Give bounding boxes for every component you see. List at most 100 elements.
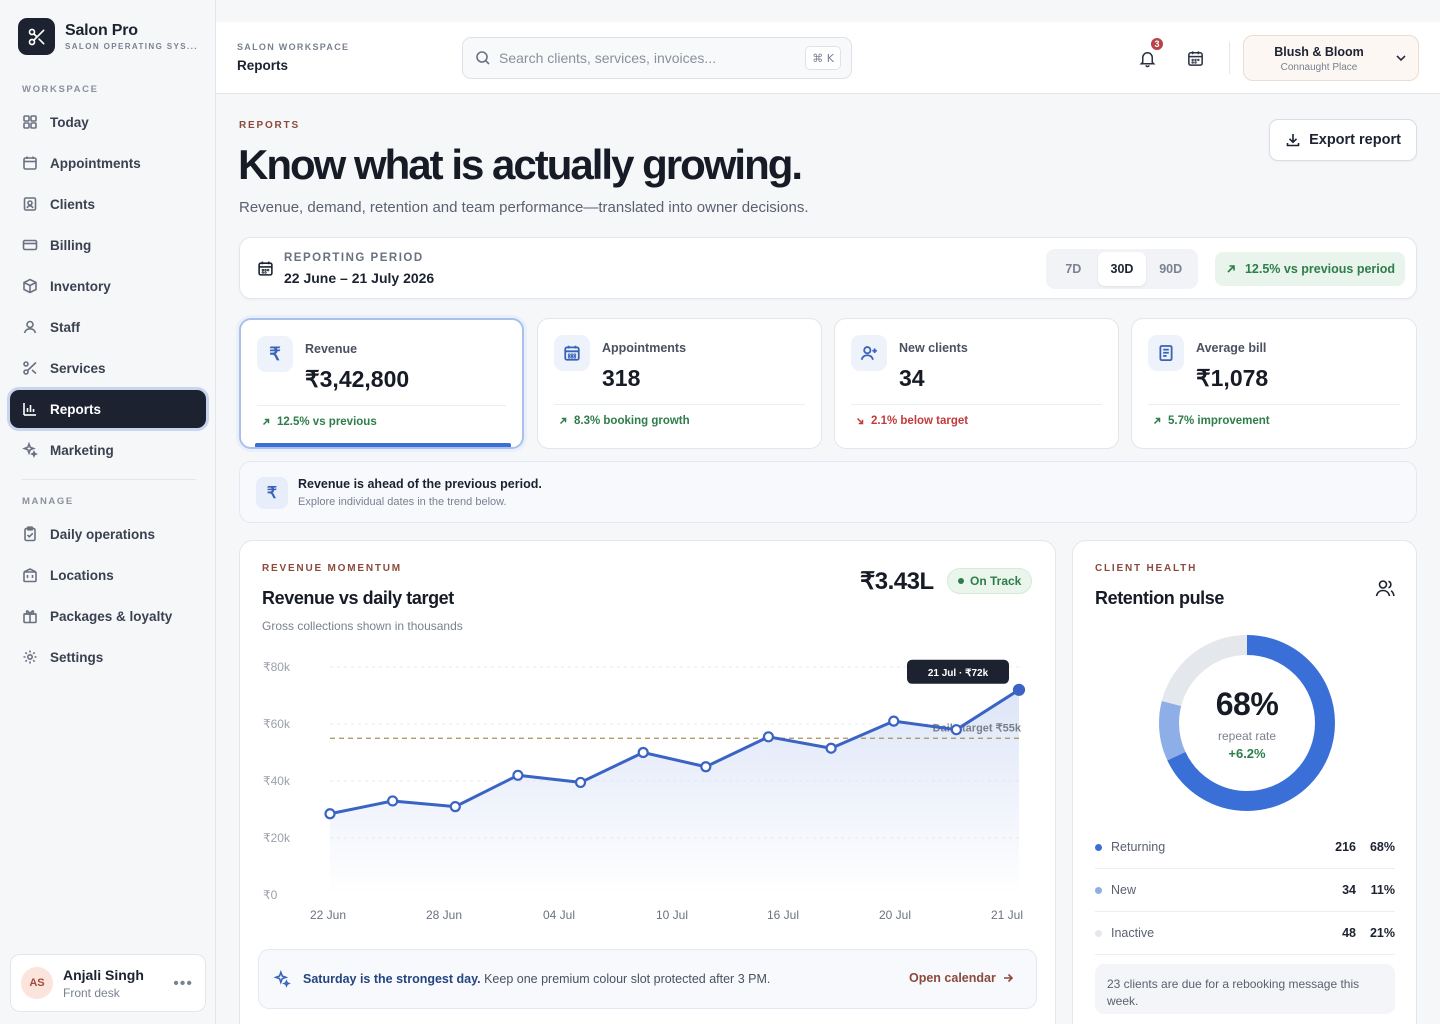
users-icon[interactable]: [1374, 577, 1396, 599]
chart-subtitle: Gross collections shown in thousands: [262, 619, 463, 633]
legend-count: 48: [1342, 926, 1356, 940]
kpi-value: 34: [899, 365, 925, 391]
user-name: Anjali Singh: [63, 966, 144, 983]
kpi-card-appointments[interactable]: Appointments 318 8.3% booking growth: [537, 318, 822, 449]
repeat-rate-label: repeat rate: [1217, 728, 1277, 743]
contact-icon: [23, 197, 37, 211]
revenue-area: [330, 689, 1019, 895]
legend-row-new: New 34 11%: [1095, 869, 1395, 912]
open-calendar-link[interactable]: Open calendar: [909, 971, 1014, 985]
rupee-icon: ₹: [257, 336, 293, 372]
status-dot: [958, 578, 964, 584]
sidebar-item-settings[interactable]: Settings: [10, 638, 206, 676]
legend-count: 34: [1342, 883, 1356, 897]
period-delta-badge: 12.5% vs previous period: [1215, 252, 1405, 286]
gift-icon: [23, 610, 37, 624]
sidebar-item-clients[interactable]: Clients: [10, 185, 206, 223]
avatar: AS: [21, 967, 53, 999]
kpi-label: Average bill: [1196, 341, 1267, 355]
kpi-delta: 2.1% below target: [855, 415, 968, 427]
insight-title: Revenue is ahead of the previous period.: [298, 477, 542, 491]
legend-dot: [1095, 886, 1102, 894]
sidebar-item-daily-operations[interactable]: Daily operations: [10, 515, 206, 553]
search-bar[interactable]: ⌘ K: [462, 37, 852, 79]
kpi-delta-text: 8.3% booking growth: [574, 415, 690, 427]
arrow-up-right-icon: [1227, 265, 1235, 273]
x-tick-label: 16 Jul: [767, 908, 799, 922]
kpi-delta: 12.5% vs previous: [261, 416, 377, 428]
calendar-button[interactable]: [1179, 42, 1211, 74]
data-point-selected: [1012, 683, 1026, 696]
sidebar-item-today[interactable]: Today: [10, 103, 206, 141]
x-tick-label: 04 Jul: [543, 908, 575, 922]
sidebar: Salon Pro SALON OPERATING SYS... WORKSPA…: [0, 0, 216, 1024]
workspace-name: Blush & Bloom: [1274, 45, 1364, 59]
topbar-divider: [1229, 42, 1230, 74]
arrow-up-right-icon: [262, 418, 270, 426]
sidebar-item-staff[interactable]: Staff: [10, 308, 206, 346]
kpi-card-new-clients[interactable]: New clients 34 2.1% below target: [834, 318, 1119, 449]
sidebar-item-locations[interactable]: Locations: [10, 556, 206, 594]
data-point: [574, 776, 587, 789]
donut-center: 68% repeat rate +6.2%: [1157, 633, 1337, 813]
revenue-momentum-card: REVENUE MOMENTUM Revenue vs daily target…: [239, 540, 1056, 1024]
search-input[interactable]: [499, 50, 799, 66]
period-toggle: 7D 30D 90D: [1046, 249, 1198, 289]
period-option-30d[interactable]: 30D: [1097, 252, 1147, 286]
tip-bold: Saturday is the strongest day.: [303, 972, 481, 986]
sidebar-item-label: Inventory: [50, 278, 111, 294]
y-tick-label: ₹60k: [263, 717, 291, 731]
x-tick-label: 28 Jun: [426, 908, 462, 922]
chart-title: Revenue vs daily target: [262, 588, 454, 608]
workspace-selector[interactable]: Blush & Bloom Connaught Place: [1243, 35, 1419, 81]
legend-name: Returning: [1111, 840, 1166, 854]
sidebar-item-marketing[interactable]: Marketing: [10, 431, 206, 469]
notifications-button[interactable]: 3: [1131, 36, 1165, 74]
calendar-icon: [554, 335, 590, 371]
legend-dot: [1095, 843, 1102, 851]
brand[interactable]: Salon Pro SALON OPERATING SYS...: [18, 18, 198, 55]
repeat-rate-delta: +6.2%: [1228, 745, 1266, 761]
status-text: On Track: [970, 574, 1022, 588]
kpi-delta-text: 5.7% improvement: [1168, 415, 1270, 427]
sidebar-item-label: Clients: [50, 196, 96, 212]
brand-name: Salon Pro: [65, 22, 138, 39]
sidebar-item-services[interactable]: Services: [10, 349, 206, 387]
sidebar-item-billing[interactable]: Billing: [10, 226, 206, 264]
user-card[interactable]: AS Anjali Singh Front desk •••: [10, 954, 206, 1012]
data-point: [387, 795, 399, 807]
more-options-icon[interactable]: •••: [173, 975, 193, 993]
data-point: [762, 731, 775, 743]
period-delta-text: 12.5% vs previous period: [1244, 262, 1396, 276]
sidebar-item-packages-loyalty[interactable]: Packages & loyalty: [10, 597, 206, 635]
kpi-delta: 5.7% improvement: [1152, 415, 1270, 427]
period-option-90d[interactable]: 90D: [1146, 252, 1195, 286]
arrow-down-right-icon: [856, 417, 864, 425]
data-point: [700, 761, 712, 773]
rupee-icon: ₹: [256, 477, 288, 509]
data-point: [888, 715, 900, 727]
sidebar-item-label: Billing: [50, 237, 92, 253]
revenue-line-chart[interactable]: ₹0 ₹20k ₹40k ₹60k ₹80k 22 Jun 28 Jun 04 Jul 10 J…: [240, 641, 1057, 941]
open-calendar-label: Open calendar: [909, 971, 996, 985]
x-tick-label: 21 Jul: [991, 908, 1023, 922]
status-badge: On Track: [947, 568, 1033, 594]
card-eyebrow: REVENUE MOMENTUM: [262, 563, 402, 574]
sidebar-item-reports[interactable]: Reports: [10, 390, 206, 428]
export-report-button[interactable]: Export report: [1269, 119, 1417, 161]
kpi-delta: 8.3% booking growth: [558, 415, 690, 427]
kpi-card-revenue[interactable]: ₹ Revenue ₹3,42,800 12.5% vs previous: [239, 318, 524, 449]
kpi-card-average-bill[interactable]: Average bill ₹1,078 5.7% improvement: [1131, 318, 1417, 449]
kpi-divider: [851, 404, 1102, 405]
revenue-total: ₹3.43L: [860, 568, 934, 595]
clipboard-icon: [24, 526, 36, 542]
legend-count: 216: [1335, 840, 1356, 854]
reporting-period-label: REPORTING PERIOD: [284, 252, 424, 264]
kpi-value: ₹3,42,800: [305, 366, 410, 392]
sidebar-item-inventory[interactable]: Inventory: [10, 267, 206, 305]
period-option-7d[interactable]: 7D: [1049, 252, 1098, 286]
sidebar-item-appointments[interactable]: Appointments: [10, 144, 206, 182]
sidebar-item-label: Locations: [50, 567, 114, 583]
reporting-period-value: 22 June – 21 July 2026: [284, 270, 435, 286]
user-plus-icon: [851, 335, 887, 371]
